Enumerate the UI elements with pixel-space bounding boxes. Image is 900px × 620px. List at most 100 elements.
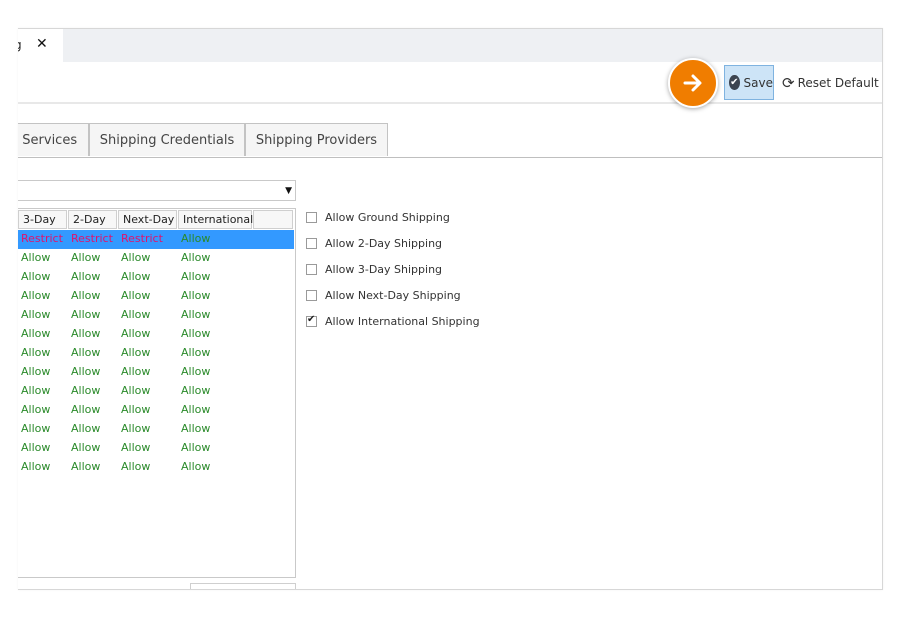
table-cell: Allow: [181, 346, 211, 359]
table-cell: Allow: [71, 308, 101, 321]
checkbox[interactable]: ✔: [306, 313, 317, 327]
table-cell: Allow: [21, 422, 51, 435]
table-row[interactable]: Allow Allow Allow Allow: [18, 249, 294, 268]
table-cell: Allow: [181, 403, 211, 416]
column-header-next-day[interactable]: Next-Day: [118, 210, 177, 229]
table-cell: Allow: [71, 251, 101, 264]
column-header-3day[interactable]: 3-Day: [18, 210, 67, 229]
tab-label: Shipping Providers: [255, 132, 378, 148]
table-row[interactable]: Allow Allow Allow Allow: [18, 344, 294, 363]
table-row[interactable]: Allow Allow Allow Allow: [18, 458, 294, 477]
column-header-2day[interactable]: 2-Day: [68, 210, 117, 229]
tab-label: Shipping Credentials: [99, 132, 235, 148]
table-cell: Allow: [21, 289, 51, 302]
table-row[interactable]: Allow Allow Allow Allow: [18, 287, 294, 306]
table-cell: Allow: [121, 365, 151, 378]
table-cell: Allow: [121, 403, 151, 416]
table-cell: Allow: [121, 327, 151, 340]
table-cell: Allow: [71, 460, 101, 473]
table-cell: Allow: [121, 308, 151, 321]
table-cell: Allow: [181, 384, 211, 397]
checkbox[interactable]: [306, 289, 317, 301]
shipping-option-checkbox[interactable]: Allow Ground Shipping: [306, 209, 450, 225]
table-row[interactable]: Allow Allow Allow Allow: [18, 306, 294, 325]
column-header-international[interactable]: International: [178, 210, 253, 229]
table-cell: Allow: [121, 422, 151, 435]
table-cell: Allow: [71, 403, 101, 416]
table-cell: Allow: [181, 460, 211, 473]
refresh-icon: ⟳: [782, 73, 795, 92]
save-button[interactable]: ✔ Save: [724, 65, 774, 100]
column-header-filler: [253, 210, 293, 229]
tab-shipping-services[interactable]: g Services: [18, 123, 89, 156]
reset-default-label: Reset Default: [797, 75, 879, 90]
document-tab-title: g: [18, 38, 22, 52]
checkmark-icon: ✔: [307, 313, 316, 325]
table-row[interactable]: Allow Allow Allow Allow: [18, 401, 294, 420]
toolbar: ✔ Save ⟳ Reset Default: [18, 62, 882, 104]
table-cell: Allow: [181, 232, 211, 245]
table-cell: Allow: [21, 251, 51, 264]
table-cell: Allow: [121, 251, 151, 264]
close-icon[interactable]: ✕: [36, 36, 48, 52]
table-cell: Allow: [71, 270, 101, 283]
checkbox[interactable]: [306, 211, 317, 223]
table-cell: Allow: [121, 384, 151, 397]
table-row[interactable]: Allow Allow Allow Allow: [18, 420, 294, 439]
table-cell: Allow: [71, 289, 101, 302]
reset-default-button[interactable]: ⟳ Reset Default: [782, 65, 879, 100]
service-dropdown[interactable]: ▼: [18, 180, 296, 201]
table-cell: Allow: [71, 422, 101, 435]
table-cell: Allow: [71, 441, 101, 454]
table-cell: Allow: [21, 270, 51, 283]
table-cell: Allow: [181, 289, 211, 302]
table-row[interactable]: Allow Allow Allow Allow: [18, 268, 294, 287]
tab-shipping-credentials[interactable]: Shipping Credentials: [89, 123, 245, 156]
table-cell: Restrict: [21, 232, 63, 245]
table-cell: Allow: [71, 327, 101, 340]
app-window: g ✕ ✔ Save ⟳ Reset Default g Services Sh…: [18, 28, 883, 590]
shipping-option-checkbox[interactable]: Allow 2-Day Shipping: [306, 235, 442, 251]
tab-shipping-providers[interactable]: Shipping Providers: [245, 123, 388, 156]
shipping-grid[interactable]: 3-Day 2-Day Next-Day International Restr…: [18, 208, 296, 578]
option-label: Allow International Shipping: [325, 314, 480, 328]
checkbox[interactable]: [306, 263, 317, 275]
table-cell: Allow: [181, 251, 211, 264]
table-cell: Allow: [181, 422, 211, 435]
table-cell: Restrict: [71, 232, 113, 245]
table-row[interactable]: Allow Allow Allow Allow: [18, 382, 294, 401]
option-label: Allow Next-Day Shipping: [325, 288, 461, 302]
table-cell: Allow: [21, 460, 51, 473]
table-cell: Allow: [121, 460, 151, 473]
table-cell: Allow: [71, 346, 101, 359]
table-cell: Allow: [181, 308, 211, 321]
table-cell: Allow: [181, 365, 211, 378]
table-cell: Allow: [71, 384, 101, 397]
table-row[interactable]: Restrict Restrict Restrict Allow: [18, 230, 294, 249]
shipping-option-checkbox[interactable]: Allow Next-Day Shipping: [306, 287, 461, 303]
table-row[interactable]: Allow Allow Allow Allow: [18, 363, 294, 382]
option-label: Allow 3-Day Shipping: [325, 262, 443, 276]
checkbox[interactable]: [306, 237, 317, 249]
tab-label: g Services: [18, 132, 78, 148]
table-cell: Restrict: [121, 232, 163, 245]
table-cell: Allow: [21, 365, 51, 378]
shipping-option-checkbox[interactable]: Allow 3-Day Shipping: [306, 261, 442, 277]
table-row[interactable]: Allow Allow Allow Allow: [18, 439, 294, 458]
caret-down-icon: ▼: [285, 186, 292, 196]
table-cell: Allow: [181, 441, 211, 454]
table-cell: Allow: [21, 403, 51, 416]
option-label: Allow 2-Day Shipping: [325, 236, 443, 250]
document-tab-strip: g ✕: [18, 29, 882, 62]
table-cell: Allow: [21, 308, 51, 321]
table-cell: Allow: [71, 365, 101, 378]
footer-control[interactable]: [190, 583, 296, 589]
settings-tabs: g Services Shipping Credentials Shipping…: [18, 123, 882, 158]
table-cell: Allow: [21, 346, 51, 359]
document-tab[interactable]: g ✕: [18, 29, 63, 62]
table-cell: Allow: [181, 327, 211, 340]
shipping-option-checkbox[interactable]: ✔ Allow International Shipping: [306, 313, 480, 329]
check-circle-icon: ✔: [729, 75, 740, 90]
option-label: Allow Ground Shipping: [325, 210, 450, 224]
table-row[interactable]: Allow Allow Allow Allow: [18, 325, 294, 344]
